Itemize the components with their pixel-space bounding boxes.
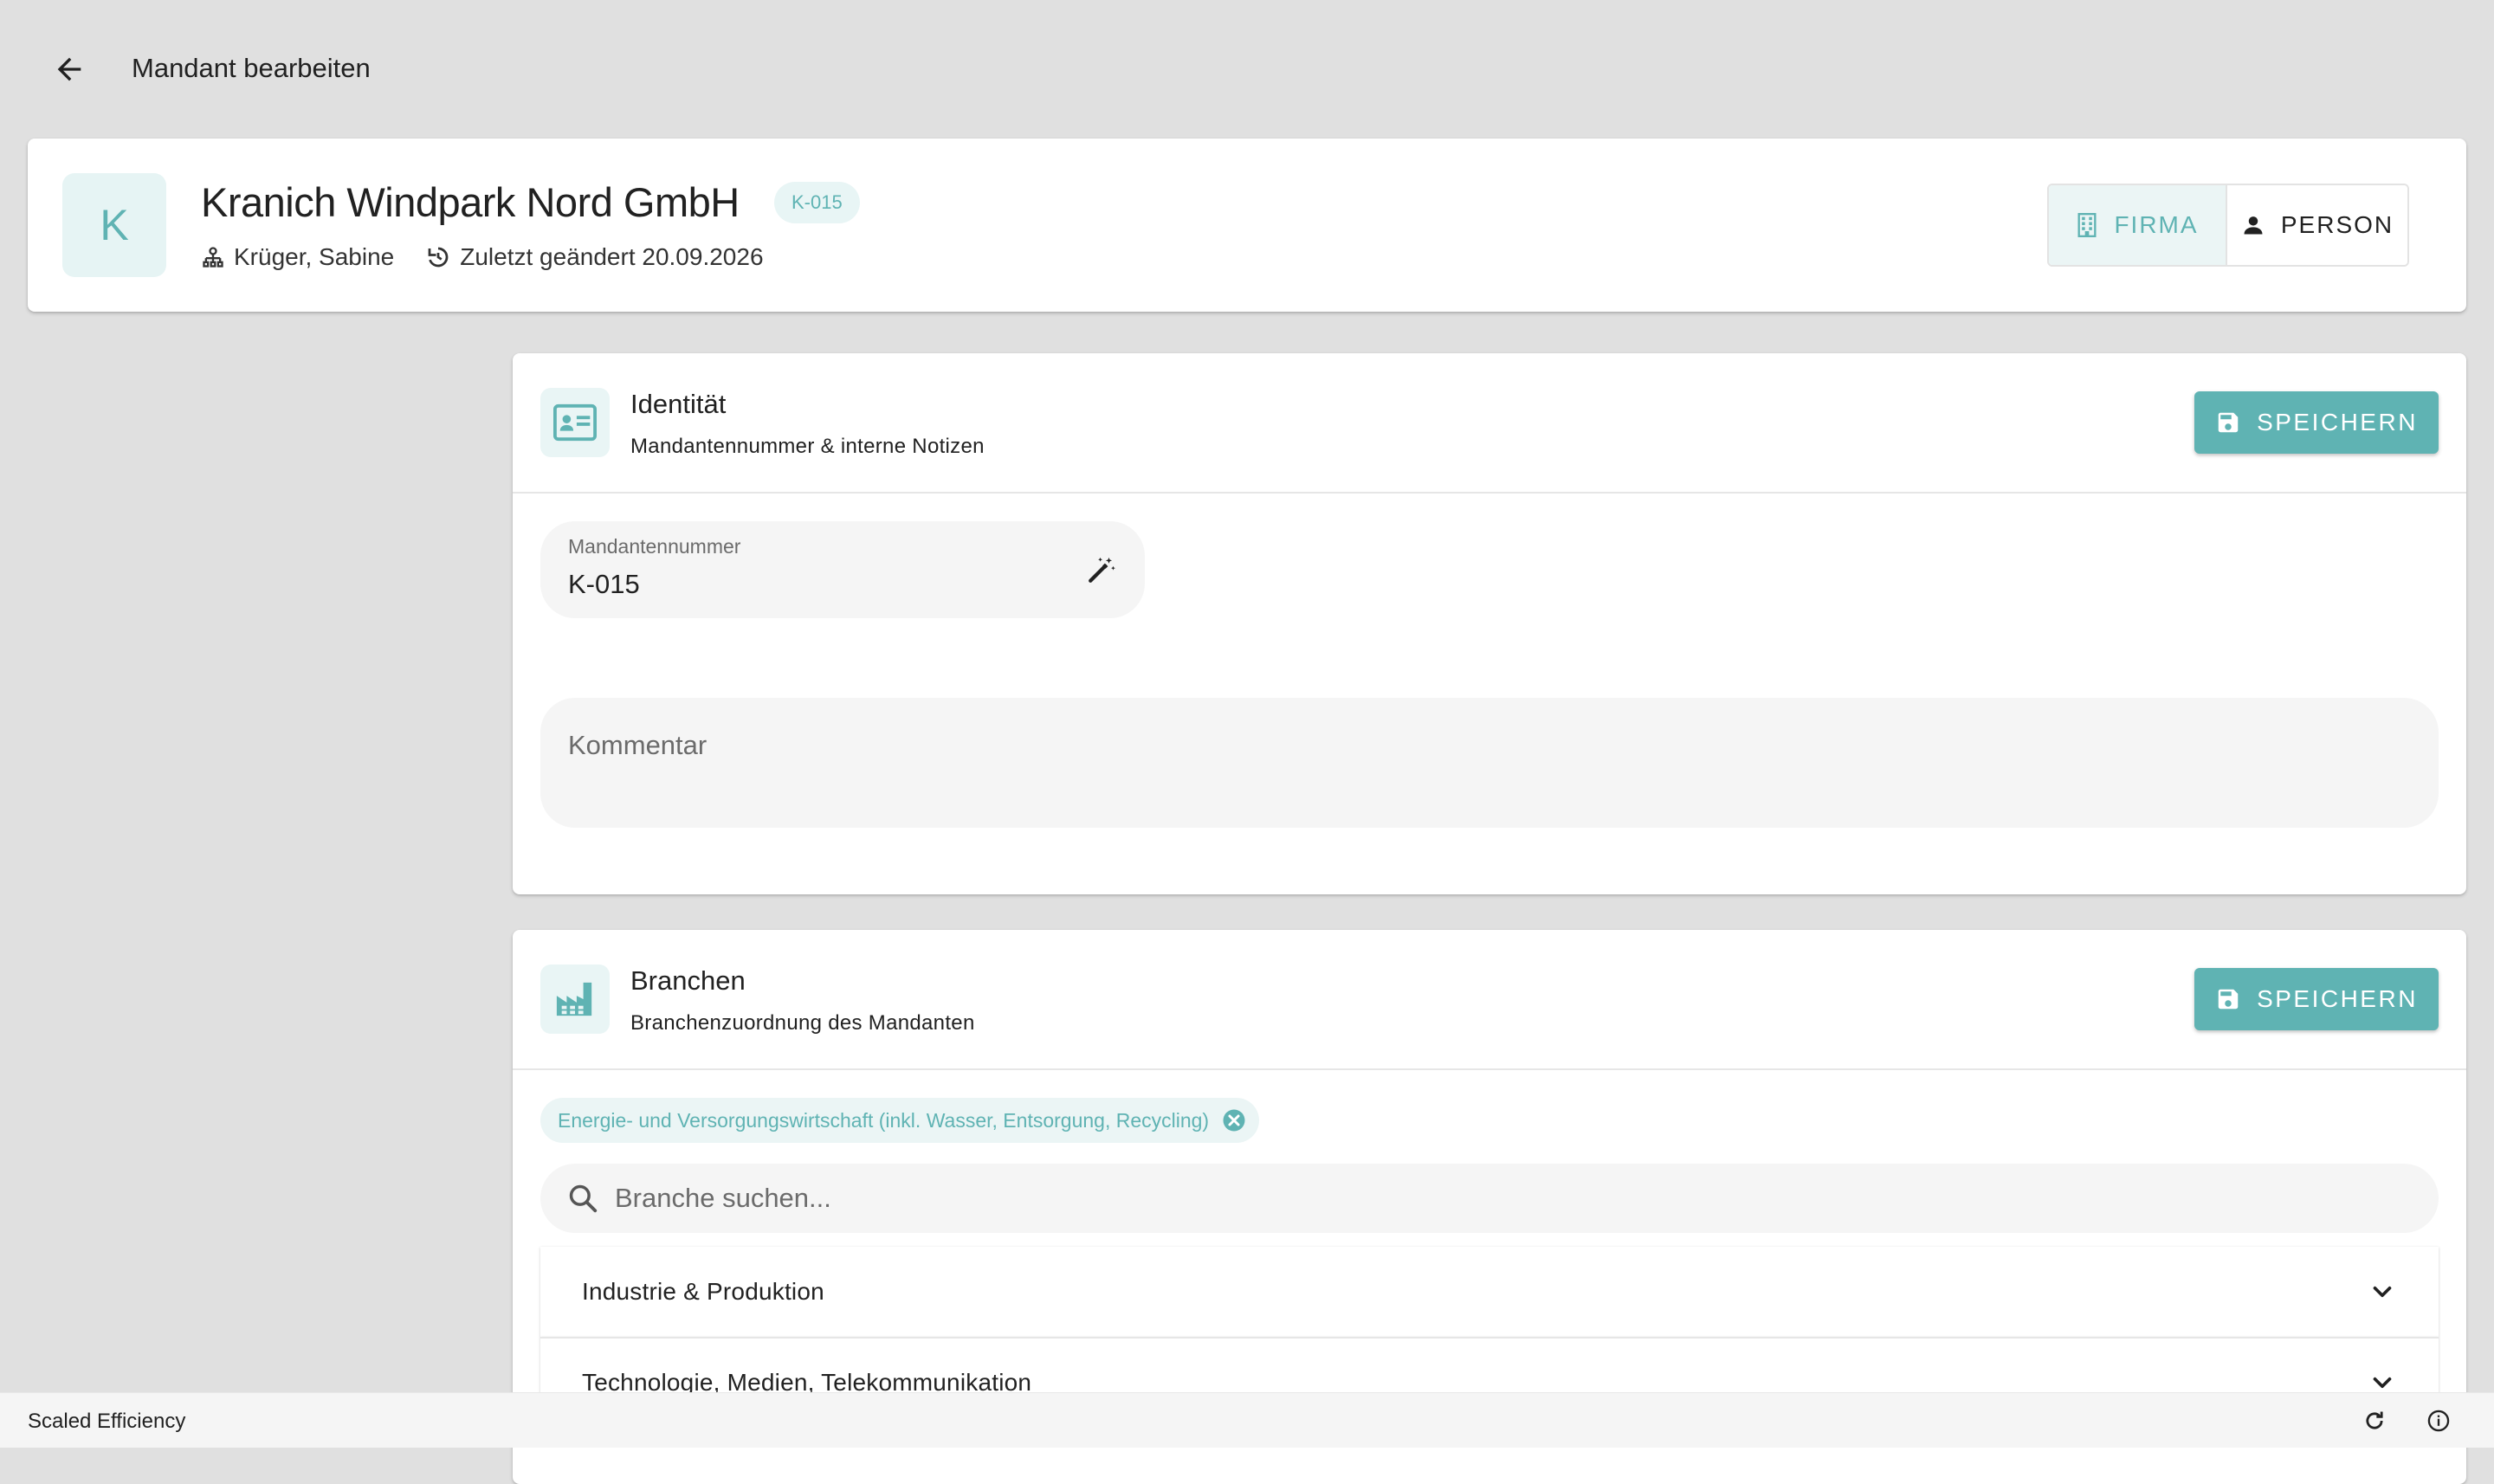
branchen-title: Branchen [630,965,746,996]
company-name: Kranich Windpark Nord GmbH [201,179,740,225]
top-bar: Mandant bearbeiten [0,0,2494,139]
section-divider [513,492,2466,494]
owner-name: Krüger, Sabine [234,243,395,270]
client-number-value[interactable]: K-015 [568,566,640,603]
branchen-save-button[interactable]: SPEICHERN [2194,968,2439,1030]
footer-brand: Scaled Efficiency [28,1410,186,1433]
close-circle-icon [1223,1109,1245,1132]
info-icon [2427,1410,2450,1432]
identitaet-subtitle: Mandantennummer & interne Notizen [630,435,985,458]
comment-field[interactable]: Kommentar [540,698,2439,828]
meta-row: Krüger, Sabine Zuletzt geändert 20.09.20… [201,241,795,274]
back-button[interactable] [45,45,94,94]
section-divider [513,1068,2466,1070]
comment-placeholder: Kommentar [568,730,707,760]
branch-group-label: Industrie & Produktion [582,1278,824,1305]
branch-search-placeholder: Branche suchen... [615,1183,831,1213]
building-icon [2077,213,2097,237]
branchen-subtitle: Branchenzuordnung des Mandanten [630,1011,975,1035]
branchen-section-icon-box [540,965,610,1034]
info-button[interactable] [2423,1405,2454,1436]
search-icon [569,1184,598,1213]
avatar: K [62,173,166,277]
client-type-toggle: FIRMA PERSON [2047,184,2409,267]
save-icon [2218,989,2239,1010]
client-header-card: K Kranich Windpark Nord GmbH K-015 Krüge… [28,139,2466,312]
selected-branch-chip: Energie- und Versorgungswirtschaft (inkl… [540,1098,1260,1143]
footer-bar: Scaled Efficiency [0,1392,2494,1448]
client-code-badge: K-015 [774,182,860,223]
identitaet-save-label: SPEICHERN [2257,409,2418,436]
person-icon [2244,216,2263,235]
identitaet-save-button[interactable]: SPEICHERN [2194,391,2439,454]
arrow-back-icon [57,57,81,81]
generate-number-button[interactable] [1084,552,1119,587]
last-changed-text: Zuletzt geändert 20.09.2026 [460,243,764,270]
client-number-field[interactable]: Mandantennummer K-015 [540,521,1145,618]
client-number-label: Mandantennummer [568,535,741,558]
last-changed-info: Zuletzt geändert 20.09.2026 [425,243,764,271]
id-card-icon [553,403,597,442]
owner-info: Krüger, Sabine [201,243,394,271]
page-title: Mandant bearbeiten [132,53,371,83]
refresh-icon [2366,1411,2383,1429]
factory-icon [556,982,592,1016]
branchen-save-label: SPEICHERN [2257,985,2418,1012]
magic-wand-icon [1089,557,1115,583]
save-icon [2218,412,2239,433]
selected-branch-label: Energie- und Versorgungswirtschaft (inkl… [558,1108,1210,1132]
identitaet-section: Identität Mandantennummer & interne Noti… [513,353,2466,894]
history-icon [428,247,449,268]
toggle-firma-button[interactable]: FIRMA [2049,185,2227,265]
branch-group-industrie[interactable]: Industrie & Produktion [540,1247,2439,1337]
refresh-button[interactable] [2359,1405,2390,1436]
account-tree-icon [203,247,223,268]
chevron-down-icon [2373,1286,2392,1298]
identitaet-section-icon-box [540,388,610,457]
branch-search-input[interactable]: Branche suchen... [540,1164,2439,1233]
remove-chip-button[interactable] [1221,1107,1247,1133]
toggle-person-label: PERSON [2280,211,2394,238]
toggle-firma-label: FIRMA [2114,211,2199,238]
toggle-person-button[interactable]: PERSON [2227,185,2407,265]
identitaet-title: Identität [630,389,727,419]
